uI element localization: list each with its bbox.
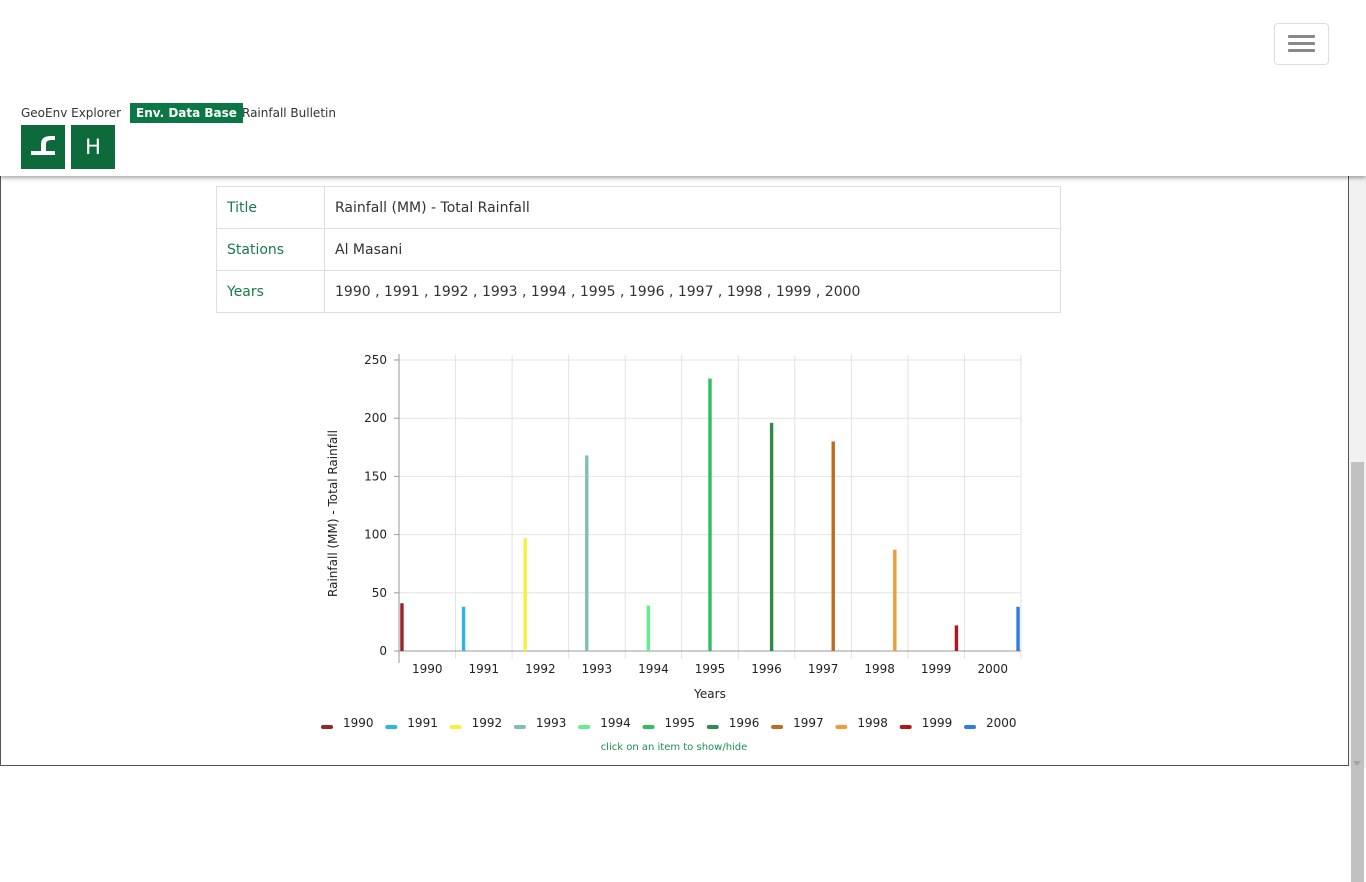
bar-1995 bbox=[708, 378, 712, 651]
legend-swatch-1999[interactable] bbox=[899, 725, 912, 729]
legend-item-1993[interactable]: 1993 bbox=[536, 716, 567, 730]
x-tick-label: 1999 bbox=[921, 662, 952, 676]
legend-item-1990[interactable]: 1990 bbox=[343, 716, 374, 730]
legend-swatch-1992[interactable] bbox=[449, 725, 462, 729]
bar-2000 bbox=[1016, 606, 1020, 651]
legend-swatch-2000[interactable] bbox=[964, 725, 976, 729]
home-icon-label: H bbox=[85, 135, 101, 159]
table-row: Title Rainfall (MM) - Total Rainfall bbox=[216, 186, 1061, 229]
legend-item-1998[interactable]: 1998 bbox=[857, 716, 888, 730]
nav-item-geoenv-explorer[interactable]: GeoEnv Explorer bbox=[21, 103, 121, 123]
y-tick-label: 0 bbox=[379, 644, 387, 658]
legend-swatch-1990[interactable] bbox=[321, 725, 333, 729]
legend-swatch-1993[interactable] bbox=[513, 725, 526, 729]
y-axis-title: Rainfall (MM) - Total Rainfall bbox=[326, 430, 340, 597]
bar-1992 bbox=[523, 538, 527, 651]
legend-swatch-1995[interactable] bbox=[642, 725, 655, 729]
legend-item-1992[interactable]: 1992 bbox=[472, 716, 503, 730]
bar-1994 bbox=[646, 605, 651, 651]
table-row: Years 1990 , 1991 , 1992 , 1993 , 1994 ,… bbox=[216, 270, 1061, 313]
rainfall-chart: 0 50 100 150 200 250 1990 1991 1992 1993 1994 1995 1… bbox=[321, 353, 1022, 753]
legend-hint: click on an item to show/hide bbox=[601, 742, 748, 753]
x-axis-title: Years bbox=[693, 687, 726, 701]
info-table: Title Rainfall (MM) - Total Rainfall Sta… bbox=[216, 186, 1061, 313]
legend-item-1999[interactable]: 1999 bbox=[922, 716, 953, 730]
hamburger-menu-icon[interactable] bbox=[1274, 23, 1329, 65]
legend-swatch-1997[interactable] bbox=[771, 725, 784, 729]
x-tick-label: 1997 bbox=[808, 662, 839, 676]
y-tick-label: 100 bbox=[364, 528, 387, 542]
home-icon[interactable]: H bbox=[71, 125, 115, 169]
title-key: Title bbox=[216, 186, 325, 229]
legend-item-1994[interactable]: 1994 bbox=[600, 716, 631, 730]
scrollbar[interactable] bbox=[1349, 176, 1366, 882]
scroll-down-icon[interactable] bbox=[1353, 761, 1361, 766]
x-tick-label: 1993 bbox=[582, 662, 613, 676]
legend-item-2000[interactable]: 2000 bbox=[986, 716, 1017, 730]
bar-1996 bbox=[769, 422, 774, 651]
y-tick-label: 200 bbox=[364, 411, 387, 425]
legend-item-1991[interactable]: 1991 bbox=[407, 716, 438, 730]
x-tick-label: 1998 bbox=[864, 662, 895, 676]
x-tick-label: 1995 bbox=[695, 662, 726, 676]
x-tick-label: 1992 bbox=[525, 662, 556, 676]
legend-swatch-1996[interactable] bbox=[706, 725, 719, 729]
nav-item-rainfall-bulletin[interactable]: Rainfall Bulletin bbox=[242, 103, 336, 123]
legend-item-1995[interactable]: 1995 bbox=[665, 716, 696, 730]
nav-item-env-data-base[interactable]: Env. Data Base bbox=[130, 103, 243, 123]
logo-icon[interactable] bbox=[21, 125, 65, 169]
y-tick-label: 250 bbox=[364, 353, 387, 367]
table-row: Stations Al Masani bbox=[216, 228, 1061, 271]
legend-item-1997[interactable]: 1997 bbox=[793, 716, 824, 730]
legend-swatch-1994[interactable] bbox=[578, 725, 591, 729]
bar-1990 bbox=[400, 603, 404, 651]
years-value: 1990 , 1991 , 1992 , 1993 , 1994 , 1995 … bbox=[324, 270, 1061, 313]
stations-key: Stations bbox=[216, 228, 325, 271]
x-tick-label: 2000 bbox=[977, 662, 1008, 676]
bar-1998 bbox=[893, 549, 897, 651]
x-tick-label: 1991 bbox=[469, 662, 500, 676]
stations-value: Al Masani bbox=[324, 228, 1061, 271]
legend-swatch-1998[interactable] bbox=[835, 725, 848, 729]
legend-swatch-1991[interactable] bbox=[385, 725, 398, 729]
bar-1993 bbox=[585, 455, 589, 651]
bar-1991 bbox=[461, 606, 466, 651]
top-navbar: GeoEnv Explorer Env. Data Base Rainfall … bbox=[0, 0, 1366, 176]
bar-1999 bbox=[954, 625, 959, 651]
bar-1997 bbox=[831, 441, 835, 651]
legend-item-1996[interactable]: 1996 bbox=[729, 716, 760, 730]
y-tick-label: 150 bbox=[364, 469, 387, 483]
scrollbar-thumb[interactable] bbox=[1351, 462, 1364, 882]
years-key: Years bbox=[216, 270, 325, 313]
title-value: Rainfall (MM) - Total Rainfall bbox=[324, 186, 1061, 229]
y-tick-label: 50 bbox=[372, 586, 387, 600]
x-tick-label: 1990 bbox=[412, 662, 443, 676]
x-tick-label: 1996 bbox=[751, 662, 782, 676]
x-tick-label: 1994 bbox=[638, 662, 669, 676]
